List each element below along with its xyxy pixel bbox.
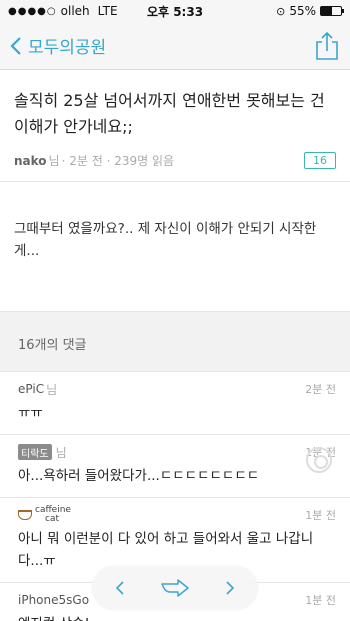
bottom-toolbar [92, 566, 258, 610]
rotation-lock-icon: ⊙ [276, 4, 286, 18]
network-label: LTE [97, 4, 118, 18]
battery-icon [319, 6, 344, 16]
status-bar: ●●●●○ olleh LTE 오후 5:33 ⊙ 55% [0, 0, 350, 22]
reply-button[interactable] [160, 573, 190, 603]
reply-arrow-icon [161, 579, 189, 597]
chevron-left-icon [115, 581, 124, 595]
nav-bar: 모두의공원 [0, 22, 350, 70]
post-header: 솔직히 25살 넘어서까지 연애한번 못해보는 건 이해가 안가네요;; nak… [0, 70, 350, 182]
comment-author-suffix: 님 [55, 445, 67, 460]
comment-item[interactable]: ePiC 님 2분 전 ㅠㅠ [0, 372, 350, 435]
chevron-right-icon [226, 581, 235, 595]
post-author[interactable]: nako [14, 154, 47, 168]
post-meta: nako 님 · 2분 전 · 239명 읽음 16 [14, 152, 336, 169]
post-title: 솔직히 25살 넘어서까지 연애한번 못해보는 건 이해가 안가네요;; [14, 91, 325, 136]
back-label: 모두의공원 [28, 38, 107, 58]
caffeine-cat-icon: caffeine cat [18, 506, 71, 524]
prev-button[interactable] [105, 573, 135, 603]
coffee-cup-icon [18, 510, 32, 520]
comment-item[interactable]: 티락도 님 1분 전 아...욕하러 들어왔다가...ㄷㄷㄷㄷㄷㄷㄷㄷ [0, 435, 350, 498]
comment-time: 1분 전 [305, 509, 336, 522]
comments-header: 16개의 댓글 [0, 312, 350, 372]
avatar-text-line2: cat [45, 514, 59, 524]
battery-percent: 55% [289, 4, 316, 18]
user-image-icon: 티락도 [18, 444, 52, 460]
signal-icon: ●●●●○ [8, 5, 57, 17]
comment-text: ㅠㅠ [18, 405, 43, 421]
comment-time: 2분 전 [305, 383, 336, 396]
author-suffix: 님 [48, 154, 60, 168]
comment-author: ePiC [18, 382, 45, 396]
comment-text: 엔지컴 상승! [18, 613, 336, 621]
comment-author: iPhone5sGo [18, 593, 90, 607]
comment-author-suffix: 님 [46, 382, 58, 397]
chevron-left-icon [10, 36, 21, 55]
clock: 오후 5:33 [146, 4, 204, 19]
post-stats: · 2분 전 · 239명 읽음 [61, 154, 175, 168]
comment-text: 아...욕하러 들어왔다가...ㄷㄷㄷㄷㄷㄷㄷㄷ [18, 468, 260, 484]
back-button[interactable]: 모두의공원 [10, 33, 106, 58]
comment-count-badge[interactable]: 16 [304, 152, 336, 169]
comment-time: 1분 전 [305, 594, 336, 607]
assistive-touch-icon[interactable] [306, 447, 332, 473]
post-body: 그때부터 였을까요?.. 제 자신이 이해가 안되기 시작한게... [0, 182, 350, 312]
carrier-label: olleh [60, 4, 90, 18]
share-icon[interactable] [314, 31, 340, 61]
next-button[interactable] [215, 573, 245, 603]
